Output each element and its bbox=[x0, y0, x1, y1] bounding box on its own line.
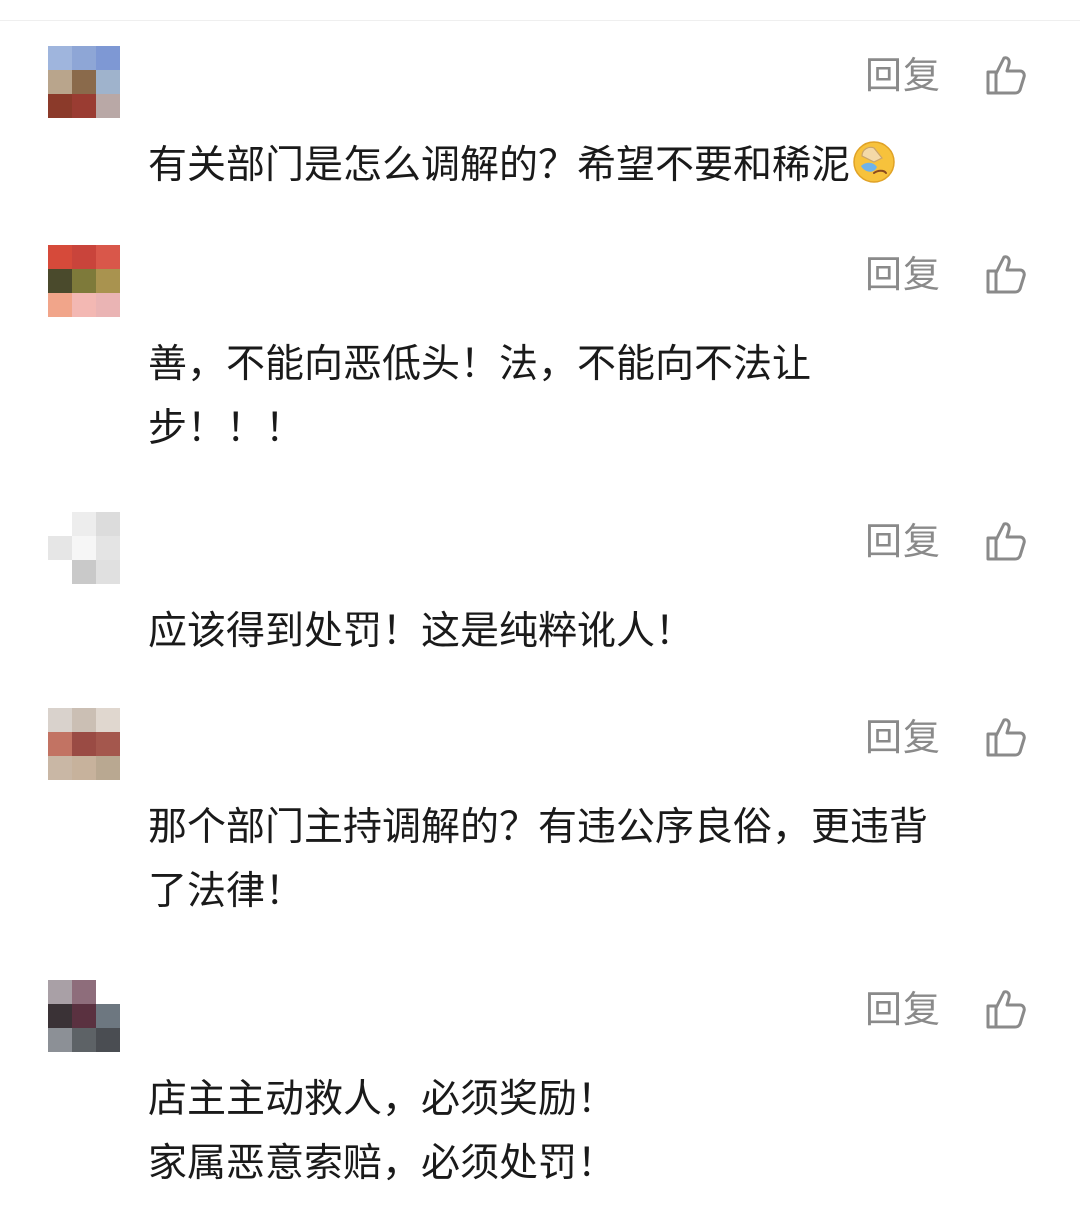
thumbs-up-icon[interactable] bbox=[982, 986, 1028, 1032]
comment-text-line: 有关部门是怎么调解的？希望不要和稀泥 bbox=[148, 134, 1038, 198]
comment-text-line: 了法律！ bbox=[148, 869, 305, 914]
reply-button[interactable]: 回复 bbox=[865, 253, 941, 297]
comment-text: 那个部门主持调解的？有违公序良俗，更违背 了法律！ bbox=[148, 796, 1038, 924]
reply-button[interactable]: 回复 bbox=[865, 988, 941, 1032]
thumbs-up-icon[interactable] bbox=[982, 714, 1028, 760]
reply-button[interactable]: 回复 bbox=[865, 54, 941, 98]
comment-text: 店主主动救人，必须奖励！ 家属恶意索赔，必须处罚！ bbox=[148, 1068, 1038, 1196]
comment-text: 应该得到处罚！这是纯粹讹人！ bbox=[148, 600, 1038, 664]
thumbs-up-icon[interactable] bbox=[982, 518, 1028, 564]
username-blurred[interactable] bbox=[145, 253, 525, 293]
comment-text-line: 善，不能向恶低头！法，不能向不法让 bbox=[148, 342, 812, 387]
username-blurred[interactable] bbox=[145, 54, 525, 94]
comment-text: 有关部门是怎么调解的？希望不要和稀泥 bbox=[148, 134, 1038, 198]
comment-text-line: 店主主动救人，必须奖励！ bbox=[148, 1077, 617, 1122]
comment-text-line: 应该得到处罚！这是纯粹讹人！ bbox=[148, 609, 695, 654]
top-divider bbox=[0, 20, 1080, 21]
username-blurred[interactable] bbox=[145, 520, 525, 560]
avatar[interactable] bbox=[48, 512, 120, 584]
avatar[interactable] bbox=[48, 245, 120, 317]
thumbs-up-icon[interactable] bbox=[982, 52, 1028, 98]
reply-button[interactable]: 回复 bbox=[865, 520, 941, 564]
avatar[interactable] bbox=[48, 46, 120, 118]
username-blurred[interactable] bbox=[145, 716, 525, 756]
face-palm-crying-emoji bbox=[853, 141, 895, 183]
comment-text-line: 那个部门主持调解的？有违公序良俗，更违背 bbox=[148, 805, 929, 850]
thumbs-up-icon[interactable] bbox=[982, 251, 1028, 297]
comment-text-line: 步！！！ bbox=[148, 406, 305, 451]
comment-text: 善，不能向恶低头！法，不能向不法让 步！！！ bbox=[148, 333, 1038, 461]
username-blurred[interactable] bbox=[145, 988, 525, 1028]
reply-button[interactable]: 回复 bbox=[865, 716, 941, 760]
avatar[interactable] bbox=[48, 708, 120, 780]
avatar[interactable] bbox=[48, 980, 120, 1052]
comment-text-line: 家属恶意索赔，必须处罚！ bbox=[148, 1141, 617, 1186]
